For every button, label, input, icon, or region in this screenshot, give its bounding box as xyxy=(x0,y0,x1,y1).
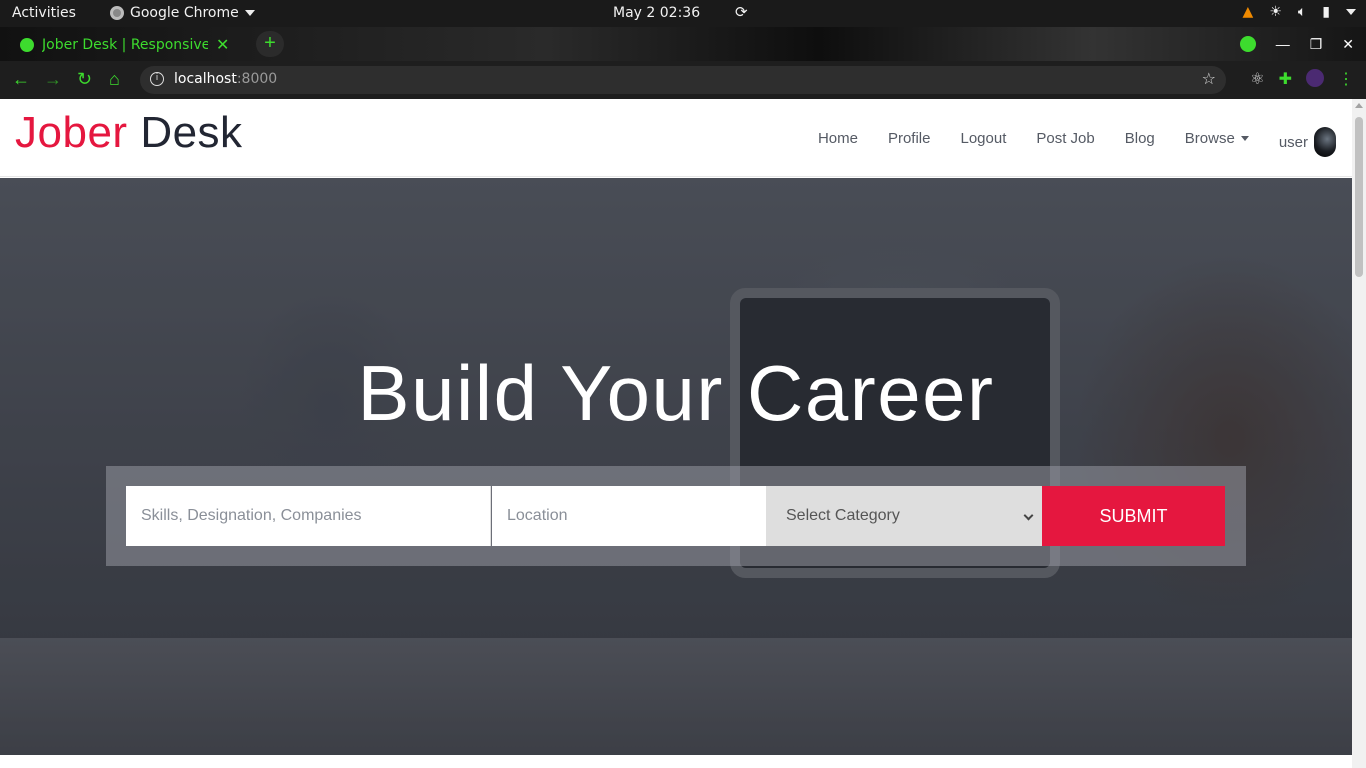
app-menu[interactable]: Google Chrome xyxy=(110,5,255,21)
brightness-icon[interactable]: ☀ xyxy=(1269,4,1282,20)
app-menu-label: Google Chrome xyxy=(130,5,239,21)
hero-banner: Build Your Career Skills, Designation, C… xyxy=(0,178,1352,755)
react-devtools-icon[interactable]: ⚛ xyxy=(1250,69,1264,89)
logo-part-1: Jober xyxy=(15,108,128,157)
url-text: localhost:8000 xyxy=(174,71,277,87)
window-controls: — ❐ ✕ xyxy=(1239,27,1366,61)
forward-icon[interactable]: → xyxy=(44,69,62,90)
page-bottom-strip xyxy=(0,755,1352,768)
tab-title: Jober Desk | Responsive J xyxy=(42,37,208,53)
reload-icon[interactable]: ↻ xyxy=(77,69,92,90)
chevron-down-icon xyxy=(1023,510,1034,521)
extensions-area: ⚛ ✚ ⋮ xyxy=(1250,69,1354,89)
tab-strip: Jober Desk | Responsive J ✕ + — ❐ ✕ xyxy=(0,27,1366,61)
chevron-down-icon xyxy=(244,10,255,16)
category-select-value: Select Category xyxy=(786,507,900,524)
avatar xyxy=(1314,127,1336,157)
nav-browse-dropdown[interactable]: Browse xyxy=(1185,130,1249,147)
reload-indicator-icon: ⟳ xyxy=(735,3,748,21)
extensions-puzzle-icon[interactable]: ✚ xyxy=(1279,69,1292,89)
profile-extension-icon[interactable] xyxy=(1239,36,1256,52)
activities-button[interactable]: Activities xyxy=(12,5,76,21)
system-menu-chevron-icon[interactable] xyxy=(1346,9,1356,15)
minimize-icon[interactable]: — xyxy=(1276,36,1290,52)
clock[interactable]: May 2 02:36 xyxy=(613,5,700,21)
web-page: Jober Desk Home Profile Logout Post Job … xyxy=(0,99,1352,755)
scroll-up-arrow-icon[interactable] xyxy=(1355,103,1363,108)
nav-browse-label: Browse xyxy=(1184,129,1235,147)
browser-tab[interactable]: Jober Desk | Responsive J ✕ xyxy=(8,29,248,61)
keywords-input[interactable]: Skills, Designation, Companies xyxy=(126,486,491,546)
category-select[interactable]: Select Category xyxy=(766,486,1042,546)
profile-avatar-icon[interactable] xyxy=(1306,69,1324,87)
location-input[interactable]: Location xyxy=(492,486,766,546)
site-logo[interactable]: Jober Desk xyxy=(15,108,243,158)
browser-toolbar: ← → ↻ ⌂ i localhost:8000 ☆ ⚛ ✚ ⋮ xyxy=(0,61,1366,99)
system-top-bar: Activities Google Chrome May 2 02:36 ⟳ ▲… xyxy=(0,0,1366,27)
globe-icon xyxy=(20,38,34,52)
nav-user-label: user xyxy=(1278,133,1308,151)
job-search-form: Skills, Designation, Companies Location … xyxy=(106,466,1246,566)
caret-down-icon xyxy=(1240,135,1249,141)
logo-part-2: Desk xyxy=(140,108,243,157)
site-navbar: Jober Desk Home Profile Logout Post Job … xyxy=(0,99,1352,177)
main-menu: Home Profile Logout Post Job Blog Browse… xyxy=(818,99,1336,177)
vlc-icon[interactable]: ▲ xyxy=(1243,4,1254,20)
volume-icon[interactable]: 🔈︎ xyxy=(1298,4,1306,20)
site-info-icon[interactable]: i xyxy=(150,72,164,86)
hero-title: Build Your Career xyxy=(357,349,995,437)
address-bar[interactable]: i localhost:8000 ☆ xyxy=(140,66,1226,94)
bookmark-star-icon[interactable]: ☆ xyxy=(1202,69,1216,88)
back-icon[interactable]: ← xyxy=(12,69,30,90)
url-host: localhost xyxy=(174,71,237,87)
submit-button[interactable]: SUBMIT xyxy=(1042,486,1225,546)
url-port: :8000 xyxy=(236,71,278,87)
scrollbar-thumb[interactable] xyxy=(1355,117,1363,277)
maximize-icon[interactable]: ❐ xyxy=(1310,36,1323,53)
close-window-icon[interactable]: ✕ xyxy=(1342,36,1354,53)
nav-home[interactable]: Home xyxy=(818,130,858,147)
chrome-menu-icon[interactable]: ⋮ xyxy=(1338,69,1354,89)
nav-user-menu[interactable]: user xyxy=(1279,127,1336,157)
nav-logout[interactable]: Logout xyxy=(960,130,1006,147)
page-scrollbar[interactable] xyxy=(1352,99,1366,768)
nav-profile[interactable]: Profile xyxy=(888,130,931,147)
chrome-icon xyxy=(110,6,124,20)
battery-icon[interactable]: ▮ xyxy=(1322,4,1330,20)
home-icon[interactable]: ⌂ xyxy=(109,69,120,90)
nav-post-job[interactable]: Post Job xyxy=(1036,130,1094,147)
nav-blog[interactable]: Blog xyxy=(1125,130,1155,147)
close-tab-icon[interactable]: ✕ xyxy=(216,35,229,55)
system-tray[interactable]: ▲ ☀ 🔈︎ ▮ xyxy=(1243,4,1356,20)
new-tab-button[interactable]: + xyxy=(256,31,284,57)
